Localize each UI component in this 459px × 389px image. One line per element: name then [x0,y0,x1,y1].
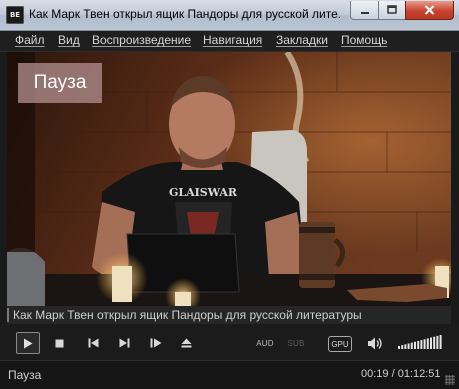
window-titlebar[interactable]: BE Как Марк Твен открыл ящик Пандоры для… [0,0,459,31]
menu-view[interactable]: Вид [58,33,80,47]
volume-bar [436,335,439,349]
window-title: Как Марк Твен открыл ящик Пандоры для ру… [29,7,341,21]
subtitle-track-button[interactable]: SUB [286,333,306,353]
close-button[interactable] [405,1,454,20]
skip-back-icon [88,338,98,348]
time-display: 00:19 / 01:12:51 [361,368,441,380]
volume-bar [420,340,423,349]
mute-button[interactable] [366,333,384,353]
volume-bar [414,341,416,349]
previous-button[interactable] [85,333,101,353]
volume-bar [404,344,407,349]
shirt-print: GLAISWAR [169,186,238,199]
volume-bar [433,336,436,349]
eject-button[interactable] [178,333,194,353]
menu-file[interactable]: Файл [15,33,45,47]
audio-track-button[interactable]: AUD [255,333,275,353]
resize-grip[interactable] [445,375,455,385]
volume-bar [439,335,442,349]
volume-bar [423,339,426,349]
close-icon [424,5,435,15]
volume-bar [410,342,413,349]
frame-left [0,52,7,324]
play-button[interactable] [16,332,40,354]
minimize-button[interactable] [350,1,379,20]
stop-icon [55,339,63,347]
playback-status: Пауза [8,368,42,382]
gpu-toggle-button[interactable]: GPU [328,336,352,352]
menu-bar: Файл Вид Воспроизведение Навигация Закла… [0,31,459,52]
playback-controls: AUD SUB GPU [0,324,459,360]
skip-forward-icon [119,338,129,348]
speaker-icon [368,337,382,349]
pause-overlay: Пауза [18,63,102,103]
frame-step-button[interactable] [148,333,164,353]
volume-bar [426,338,429,349]
status-bar: Пауза 00:19 / 01:12:51 [0,360,459,389]
volume-bar [430,337,432,349]
video-frame[interactable]: GLAISWAR Пауза [7,52,451,306]
media-title-strip: Как Марк Твен открыл ящик Пандоры для ру… [7,306,451,324]
frame-step-icon [150,338,162,348]
stop-button[interactable] [52,333,66,353]
eject-icon [181,338,191,348]
frame-right [451,52,459,324]
menu-bookmarks[interactable]: Закладки [276,33,328,47]
next-button[interactable] [116,333,132,353]
volume-slider[interactable] [397,334,443,350]
volume-bar [407,343,410,349]
volume-bar [398,346,400,349]
maximize-icon [387,5,397,14]
volume-bars [398,335,442,349]
menu-help[interactable]: Помощь [341,33,387,47]
minimize-icon [360,12,369,14]
app-icon[interactable]: BE [6,6,24,24]
volume-bar [417,340,420,349]
menu-navigation[interactable]: Навигация [203,33,262,47]
maximize-button[interactable] [378,1,406,20]
menu-playback[interactable]: Воспроизведение [92,33,191,47]
play-icon [24,338,33,348]
volume-bar [401,345,404,349]
